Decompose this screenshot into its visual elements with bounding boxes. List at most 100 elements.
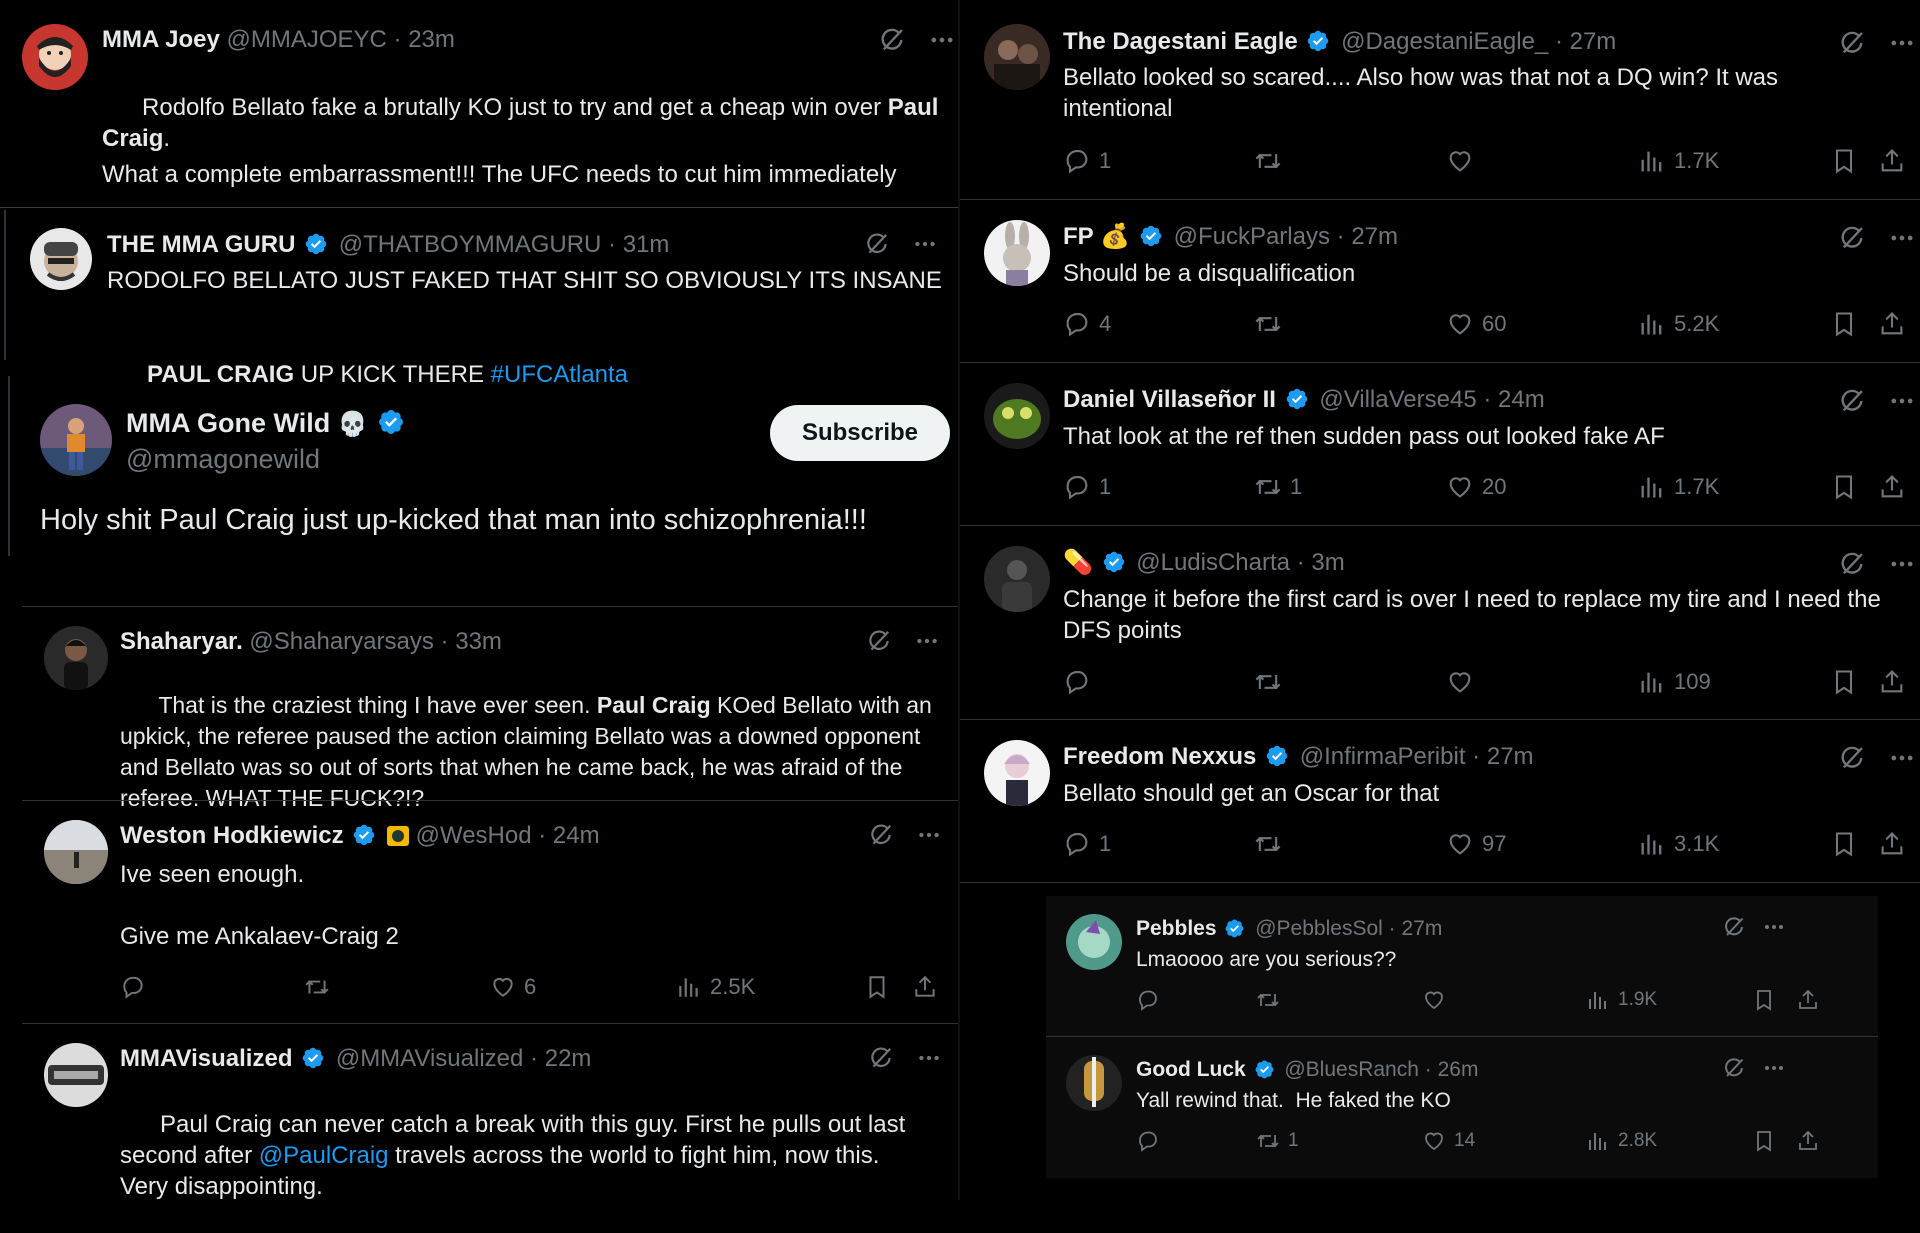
author-handle[interactable]: @MMAJOEYC (226, 26, 386, 53)
tweet-fp[interactable]: FP 💰 @FuckParlays · 27m Should be a disq… (960, 200, 1920, 362)
grok-icon[interactable] (1838, 744, 1866, 772)
timestamp[interactable]: 23m (408, 26, 455, 53)
author-handle[interactable]: @DagestaniEagle_ (1341, 28, 1548, 55)
more-icon[interactable] (912, 231, 938, 257)
timestamp[interactable]: 24m (1498, 386, 1545, 413)
like-button[interactable]: 20 (1446, 473, 1506, 501)
timestamp[interactable]: 27m (1570, 28, 1617, 55)
more-icon[interactable] (1888, 387, 1916, 415)
avatar[interactable] (44, 626, 108, 690)
tweet-ludischarta[interactable]: 💊 @LudisCharta · 3m Change it before the… (960, 526, 1920, 719)
reply-button[interactable] (1136, 1129, 1168, 1153)
timestamp[interactable]: 27m (1487, 743, 1534, 770)
views-button[interactable]: 5.2K (1638, 310, 1719, 338)
share-button[interactable] (1878, 147, 1906, 175)
bookmark-button[interactable] (1830, 830, 1858, 858)
share-button[interactable] (1878, 830, 1906, 858)
tweet-mmavisualized[interactable]: MMAVisualized @MMAVisualized · 22m Paul … (20, 1025, 958, 1200)
timestamp[interactable]: 3m (1311, 549, 1344, 576)
grok-icon[interactable] (1722, 915, 1746, 939)
grok-icon[interactable] (868, 822, 894, 848)
author-name[interactable]: Shaharyar. (120, 628, 243, 655)
mention-link[interactable]: @PaulCraig (259, 1142, 389, 1169)
avatar[interactable] (984, 383, 1050, 449)
tweet-dagestani-eagle[interactable]: The Dagestani Eagle @DagestaniEagle_ · 2… (960, 0, 1920, 198)
like-button[interactable] (1446, 668, 1482, 696)
more-icon[interactable] (916, 822, 942, 848)
bookmark-button[interactable] (1752, 988, 1776, 1012)
author-name[interactable]: The Dagestani Eagle (1063, 28, 1298, 55)
team-affiliation-icon[interactable] (386, 826, 409, 846)
author-handle[interactable]: @Shaharyarsays (249, 628, 433, 655)
reply-button[interactable]: 1 (1063, 473, 1111, 501)
author-handle[interactable]: @THATBOYMMAGURU (339, 231, 602, 258)
avatar[interactable] (44, 820, 108, 884)
timestamp[interactable]: 26m (1438, 1058, 1479, 1081)
tweet-mma-gone-wild[interactable]: MMA Gone Wild 💀 @mmagonewild Subscribe H… (8, 376, 958, 556)
author-name[interactable]: MMAVisualized (120, 1045, 292, 1072)
views-button[interactable]: 2.8K (1586, 1129, 1657, 1153)
reply-button[interactable] (120, 974, 154, 1000)
author-name[interactable]: Weston Hodkiewicz (120, 822, 344, 849)
reply-button[interactable]: 4 (1063, 310, 1111, 338)
grok-icon[interactable] (1838, 387, 1866, 415)
avatar[interactable] (30, 228, 92, 290)
like-button[interactable] (1446, 147, 1482, 175)
avatar[interactable] (40, 404, 112, 476)
share-button[interactable] (1878, 310, 1906, 338)
author-handle[interactable]: @PebblesSol (1255, 917, 1383, 940)
more-icon[interactable] (1888, 744, 1916, 772)
more-icon[interactable] (1888, 550, 1916, 578)
grok-icon[interactable] (1838, 550, 1866, 578)
bookmark-button[interactable] (864, 974, 890, 1000)
retweet-button[interactable]: 1 (1256, 1129, 1299, 1153)
tweet-good-luck[interactable]: Good Luck @BluesRanch · 26m Yall rewind … (1046, 1037, 1878, 1177)
grok-icon[interactable] (878, 26, 906, 54)
avatar[interactable] (984, 740, 1050, 806)
reply-button[interactable] (1136, 988, 1168, 1012)
timestamp[interactable]: 33m (455, 628, 502, 655)
timestamp[interactable]: 31m (623, 231, 670, 258)
views-button[interactable]: 1.9K (1586, 988, 1657, 1012)
avatar[interactable] (984, 546, 1050, 612)
grok-icon[interactable] (864, 231, 890, 257)
views-button[interactable]: 2.5K (676, 974, 755, 1000)
like-button[interactable]: 6 (490, 974, 536, 1000)
author-handle[interactable]: @InfirmaPeribit (1300, 743, 1466, 770)
author-name[interactable]: THE MMA GURU (107, 231, 295, 258)
retweet-button[interactable] (1254, 147, 1290, 175)
avatar[interactable] (984, 24, 1050, 90)
tweet-weston-hodkiewicz[interactable]: Weston Hodkiewicz @WesHod · 24m Ive seen… (20, 802, 958, 1022)
tweet-shaharyar[interactable]: Shaharyar. @Shaharyarsays · 33m That is … (20, 608, 958, 811)
avatar[interactable] (22, 24, 88, 90)
share-button[interactable] (912, 974, 938, 1000)
tweet-pebbles[interactable]: Pebbles @PebblesSol · 27m Lmaoooo are yo… (1046, 896, 1878, 1036)
reply-button[interactable] (1063, 668, 1099, 696)
retweet-button[interactable] (1256, 988, 1288, 1012)
subscribe-button[interactable]: Subscribe (770, 405, 950, 461)
author-name[interactable]: MMA Joey (102, 26, 220, 53)
author-handle[interactable]: @VillaVerse45 (1319, 386, 1476, 413)
reply-button[interactable]: 1 (1063, 830, 1111, 858)
author-handle[interactable]: @mmagonewild (126, 444, 320, 474)
more-icon[interactable] (928, 26, 956, 54)
avatar[interactable] (1066, 914, 1122, 970)
retweet-button[interactable] (1254, 668, 1290, 696)
avatar[interactable] (44, 1043, 108, 1107)
share-button[interactable] (1796, 988, 1820, 1012)
retweet-button[interactable] (304, 974, 338, 1000)
views-button[interactable]: 3.1K (1638, 830, 1719, 858)
tweet-daniel-villasenor[interactable]: Daniel Villaseñor II @VillaVerse45 · 24m… (960, 363, 1920, 525)
timestamp[interactable]: 27m (1401, 917, 1442, 940)
bookmark-button[interactable] (1830, 310, 1858, 338)
author-handle[interactable]: @MMAVisualized (336, 1045, 524, 1072)
share-button[interactable] (1878, 668, 1906, 696)
more-icon[interactable] (914, 628, 940, 654)
author-name[interactable]: Freedom Nexxus (1063, 743, 1256, 770)
avatar[interactable] (1066, 1055, 1122, 1111)
timestamp[interactable]: 22m (545, 1045, 592, 1072)
bookmark-button[interactable] (1752, 1129, 1776, 1153)
timestamp[interactable]: 24m (553, 822, 600, 849)
tweet-mma-joey[interactable]: MMA Joey @MMAJOEYC · 23m Rodolfo Bellato… (0, 0, 958, 205)
author-handle[interactable]: @FuckParlays (1174, 223, 1330, 250)
